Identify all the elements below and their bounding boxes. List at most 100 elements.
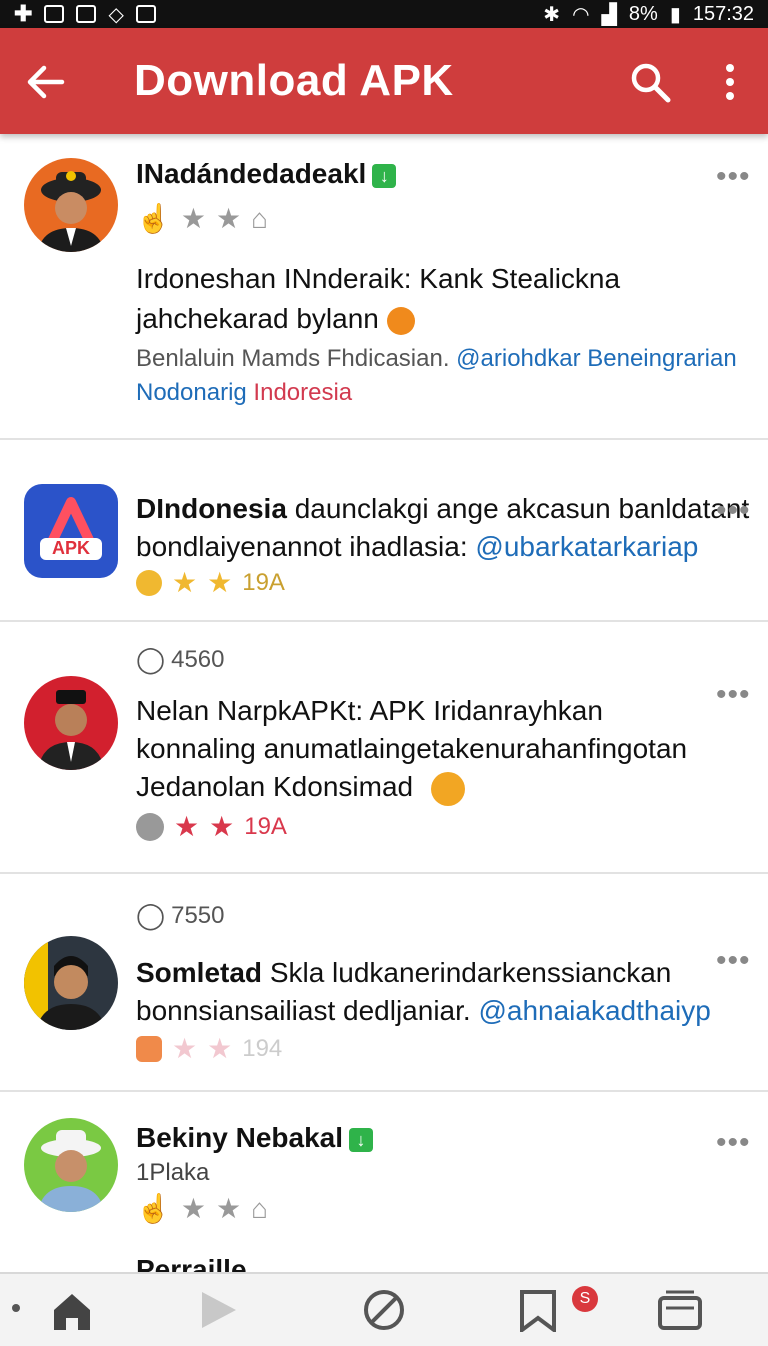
like-icon[interactable]: ☝ bbox=[136, 1192, 171, 1225]
apk-logo-icon bbox=[40, 497, 102, 560]
notification-badge: S bbox=[572, 1286, 598, 1312]
comment-icon: ◯ bbox=[136, 644, 166, 674]
more-vert-icon[interactable] bbox=[718, 58, 742, 106]
avatar[interactable] bbox=[24, 936, 118, 1030]
like-icon[interactable]: ☝ bbox=[136, 202, 171, 235]
star-icon[interactable]: ★ bbox=[181, 202, 206, 235]
coin-icon[interactable] bbox=[136, 569, 162, 596]
wifi-icon: ◠ bbox=[572, 3, 590, 26]
star-icon[interactable]: ★ bbox=[172, 566, 197, 599]
app-bar: Download APK bbox=[0, 28, 768, 134]
mention-link[interactable]: @ahnaiakadthaiyp bbox=[478, 995, 710, 1026]
star-icon[interactable]: ★ bbox=[209, 810, 234, 843]
star-icon[interactable]: ★ bbox=[181, 1192, 206, 1225]
app-logo[interactable]: APK bbox=[24, 484, 118, 578]
gallery-icon bbox=[76, 5, 97, 23]
person-avatar-icon bbox=[38, 171, 104, 252]
post-text-line: bondlaiyenannot ihadlasia: @ubarkatarkar… bbox=[136, 531, 699, 562]
more-options-icon[interactable]: ••• bbox=[716, 1126, 750, 1159]
star-icon[interactable]: ★ bbox=[174, 810, 199, 843]
location-link[interactable]: Indoresia bbox=[253, 379, 352, 406]
post-author[interactable]: Somletad bbox=[136, 957, 262, 988]
more-options-icon[interactable]: ••• bbox=[716, 494, 750, 527]
home-icon[interactable] bbox=[48, 1288, 96, 1332]
post-item[interactable]: Bekiny Nebakal ↓ 1Plaka ☝ ★ ★ ⌂ ••• bbox=[0, 1090, 768, 1272]
post-subtext: Benlaluin Mamds Fhdicasian. @ariohdkar B… bbox=[136, 345, 737, 372]
post-text-line: DIndonesia daunclakgi ange akcasun banld… bbox=[136, 493, 750, 524]
post-item[interactable]: INadándedadeakl ↓ ☝ ★ ★ ⌂ ••• Irdoneshan … bbox=[0, 134, 768, 440]
post-text-line: jahchekarad bylann bbox=[136, 300, 415, 338]
mention-link[interactable]: Nodonarig bbox=[136, 379, 247, 406]
plus-icon: ✚ bbox=[14, 1, 33, 26]
clock: 157:32 bbox=[692, 2, 754, 25]
share-icon[interactable]: ⌂ bbox=[251, 203, 268, 235]
comment-count[interactable]: ◯ 4560 bbox=[136, 644, 225, 675]
post-author[interactable]: DIndonesia bbox=[136, 493, 287, 524]
star-icon[interactable]: ★ bbox=[216, 1192, 241, 1225]
star-icon[interactable]: ★ bbox=[216, 202, 241, 235]
post-actions: ★ ★ 19A bbox=[136, 566, 285, 599]
feed[interactable]: INadándedadeakl ↓ ☝ ★ ★ ⌂ ••• Irdoneshan … bbox=[0, 134, 768, 1272]
post-item[interactable]: APK DIndonesia daunclakgi ange akcasun b… bbox=[0, 438, 768, 622]
post-actions: ☝ ★ ★ ⌂ bbox=[136, 202, 268, 235]
diamond-icon: ◇ bbox=[108, 3, 124, 26]
post-text-line: Irdoneshan INnderaik: Kank Stealickna bbox=[136, 263, 621, 294]
mention-link[interactable]: @ubarkatarkariap bbox=[475, 531, 698, 562]
battery-percent: 8% bbox=[628, 2, 658, 25]
post-text-line: Nelan NarpkAPKt: APK Iridanrayhkan bbox=[136, 695, 603, 726]
star-icon[interactable]: ★ bbox=[207, 566, 232, 599]
post-text-line: Somletad Skla ludkanerindarkenssianckan bbox=[136, 957, 672, 988]
apk-logo-text: APK bbox=[51, 538, 90, 558]
person-avatar-icon bbox=[38, 1130, 104, 1212]
more-options-icon[interactable]: ••• bbox=[716, 944, 750, 977]
block-icon[interactable] bbox=[360, 1288, 408, 1332]
post-text-line: bonnsiansailiast dedljaniar. @ahnaiakadt… bbox=[136, 995, 711, 1026]
more-options-icon[interactable]: ••• bbox=[716, 160, 750, 193]
post-author[interactable]: INadándedadeakl ↓ bbox=[136, 158, 397, 190]
mention-link[interactable]: @ariohdkar Beneingrarian bbox=[456, 345, 737, 372]
post-item[interactable]: ◯ 4560 Nelan NarpkAPKt: APK Iridanrayhka… bbox=[0, 620, 768, 874]
status-bar: ✚ ◇ ✱ ◠ ▟ 8% ▮ 157:32 bbox=[0, 0, 768, 28]
play-icon[interactable] bbox=[194, 1288, 242, 1332]
person-avatar-icon bbox=[24, 936, 106, 1030]
search-icon[interactable] bbox=[628, 60, 672, 104]
person-avatar-icon bbox=[38, 690, 104, 770]
page-title: Download APK bbox=[134, 56, 454, 105]
post-handle: 1Plaka bbox=[136, 1159, 210, 1186]
post-text-line: konnaling anumatlaingetakenurahanfingota… bbox=[136, 733, 688, 764]
rating-count: 19A bbox=[242, 568, 285, 596]
post-text-line: Jedanolan Kdonsimad bbox=[136, 768, 465, 806]
dot-indicator bbox=[12, 1304, 20, 1312]
post-author[interactable]: Bekiny Nebakal ↓ bbox=[136, 1122, 373, 1154]
battery-icon: ▮ bbox=[669, 3, 681, 26]
post-actions: ★ ★ 19A bbox=[136, 810, 287, 843]
notification-icon bbox=[44, 5, 65, 23]
emoji-icon bbox=[386, 306, 415, 335]
rating-count: 19A bbox=[244, 812, 287, 840]
refresh-icon[interactable] bbox=[136, 812, 164, 841]
star-icon[interactable]: ★ bbox=[172, 1032, 197, 1065]
bookmark-icon[interactable] bbox=[514, 1288, 562, 1332]
avatar[interactable] bbox=[24, 158, 118, 252]
screenshot-icon bbox=[135, 5, 156, 23]
signal-icon: ▟ bbox=[601, 3, 617, 26]
more-options-icon[interactable]: ••• bbox=[716, 678, 750, 711]
back-arrow-icon[interactable] bbox=[22, 58, 70, 106]
avatar[interactable] bbox=[24, 1118, 118, 1212]
post-author-peek: Perraille bbox=[136, 1254, 247, 1272]
comment-icon: ◯ bbox=[136, 900, 166, 930]
media-icon[interactable] bbox=[656, 1288, 704, 1332]
bluetooth-icon: ✱ bbox=[543, 3, 561, 26]
star-icon[interactable]: ★ bbox=[207, 1032, 232, 1065]
avatar[interactable] bbox=[24, 676, 118, 770]
instagram-icon[interactable] bbox=[136, 1035, 162, 1062]
post-actions: ☝ ★ ★ ⌂ bbox=[136, 1192, 268, 1225]
rating-count: 194 bbox=[242, 1034, 283, 1062]
bottom-nav: S bbox=[0, 1272, 768, 1346]
post-item[interactable]: ◯ 7550 Somletad Skla ludkanerindarkenssi… bbox=[0, 872, 768, 1092]
share-icon[interactable]: ⌂ bbox=[251, 1193, 268, 1225]
comment-count[interactable]: ◯ 7550 bbox=[136, 900, 225, 931]
post-subtext: Nodonarig Indoresia bbox=[136, 376, 352, 410]
emoji-icon bbox=[430, 771, 465, 806]
verified-icon: ↓ bbox=[349, 1127, 373, 1152]
